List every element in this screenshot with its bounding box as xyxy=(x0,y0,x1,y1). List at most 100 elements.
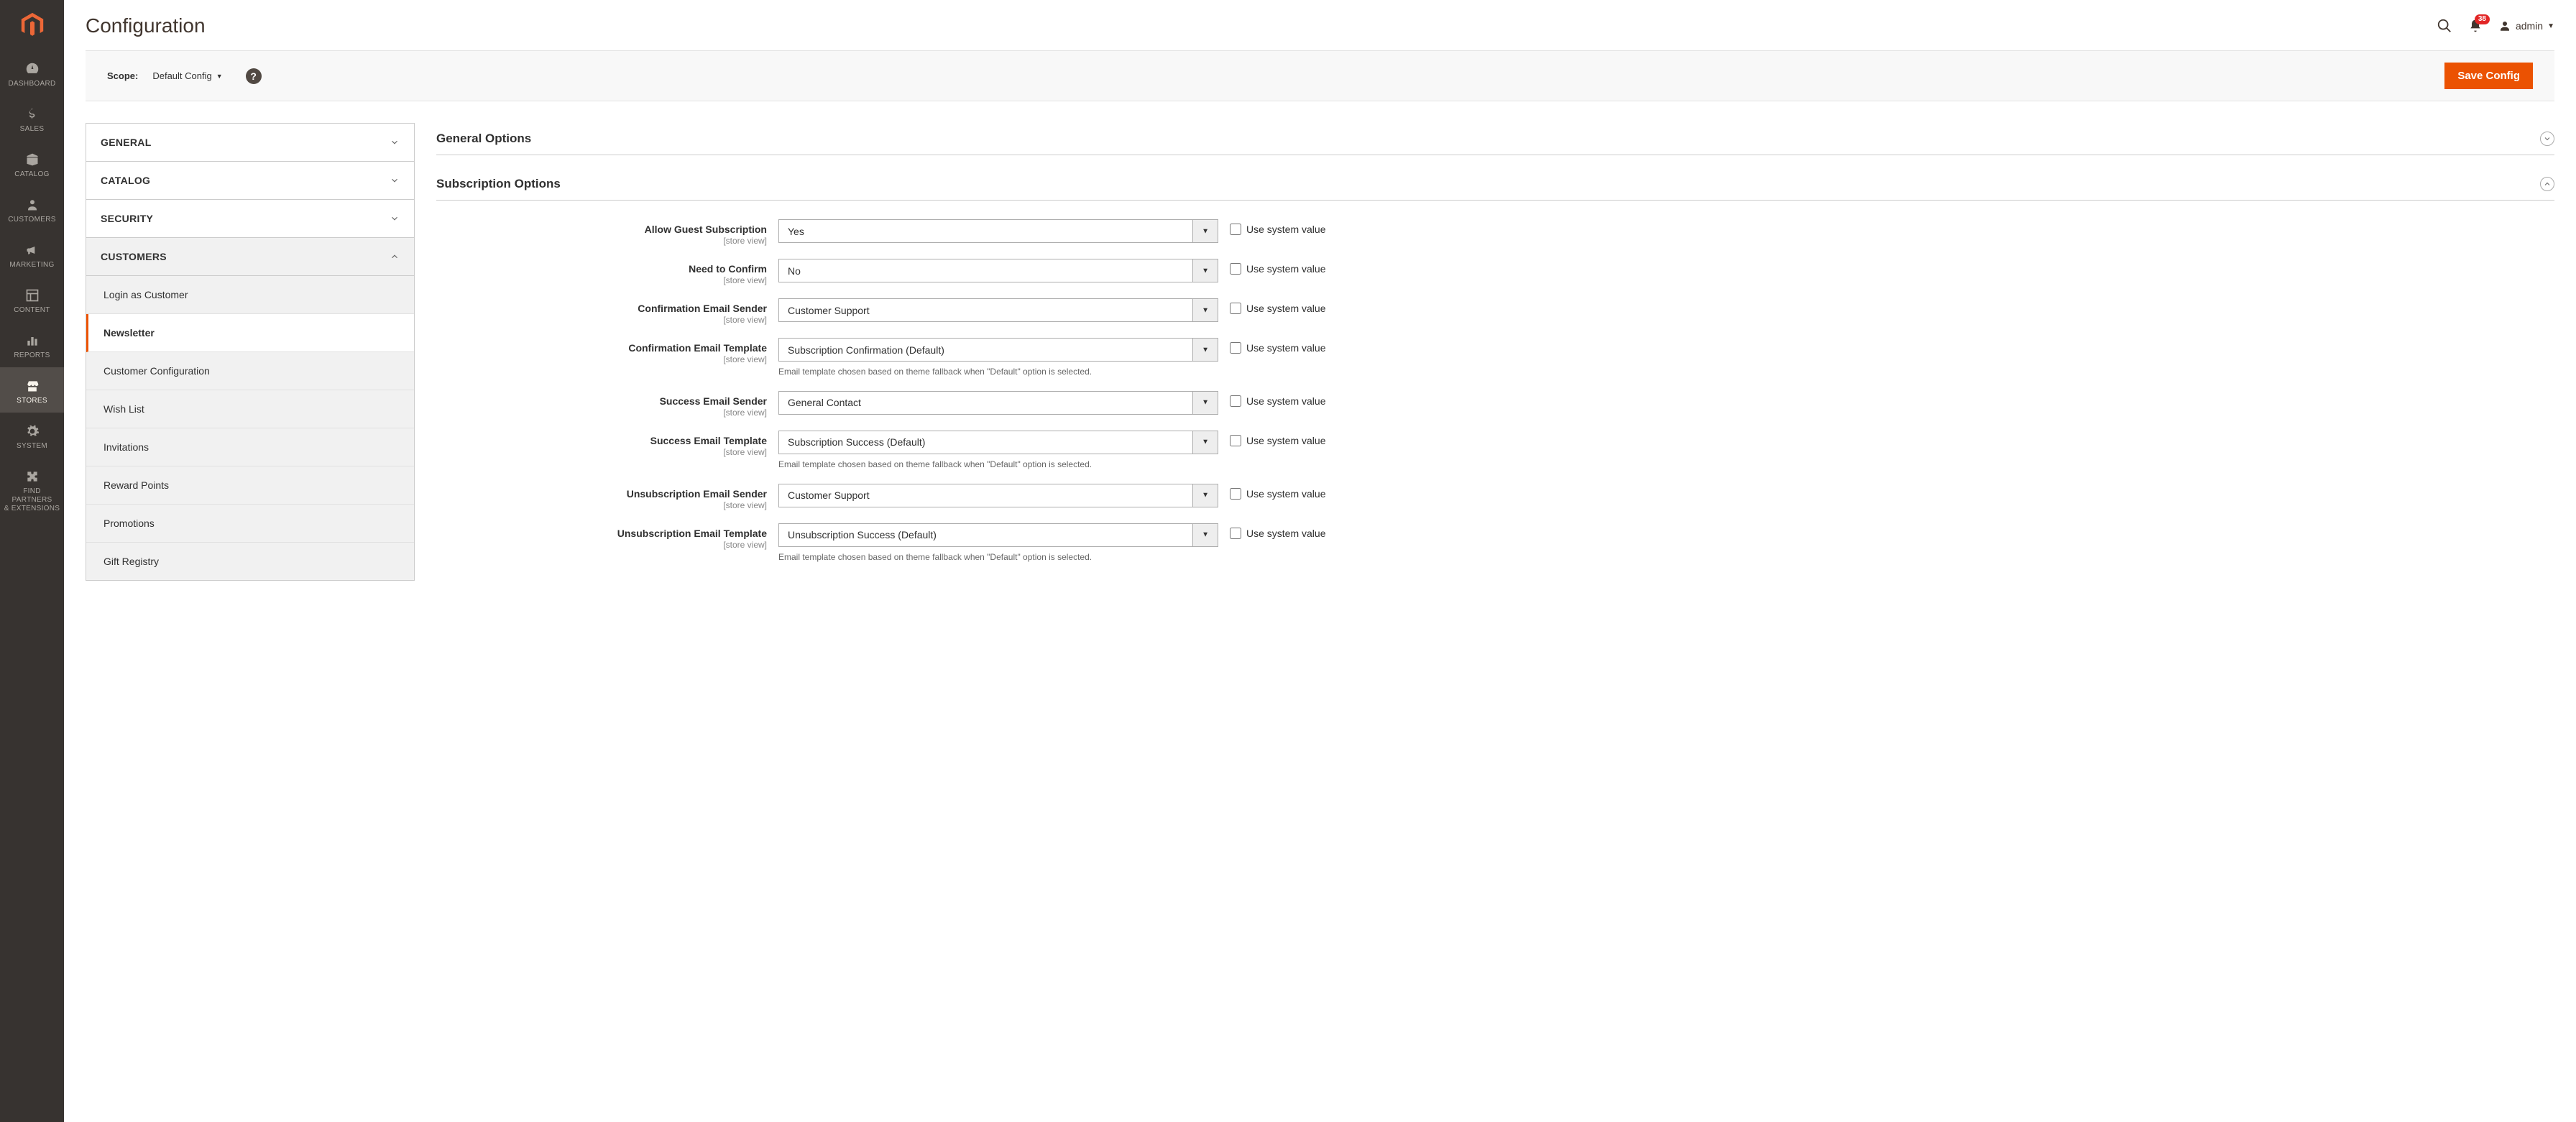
need-confirm-select[interactable]: No▼ xyxy=(778,259,1218,282)
success-template-use-system-checkbox[interactable] xyxy=(1230,435,1241,446)
scope-label: Scope: xyxy=(107,70,138,81)
save-config-button[interactable]: Save Config xyxy=(2444,63,2533,89)
field-unsub-sender: Unsubscription Email Sender [store view]… xyxy=(436,484,2554,510)
config-tab-customers[interactable]: Customers xyxy=(86,238,414,276)
use-system-label[interactable]: Use system value xyxy=(1246,528,1325,539)
subitem-wish-list[interactable]: Wish List xyxy=(86,390,414,428)
page-header: Configuration 38 admin ▼ xyxy=(64,0,2576,50)
gear-icon xyxy=(25,422,40,441)
success-template-select[interactable]: Subscription Success (Default)▼ xyxy=(778,431,1218,454)
chevron-down-icon: ▼ xyxy=(1202,438,1209,446)
unsub-sender-select[interactable]: Customer Support▼ xyxy=(778,484,1218,507)
field-need-confirm: Need to Confirm [store view] No▼ Use sys… xyxy=(436,259,2554,285)
allow-guest-use-system-checkbox[interactable] xyxy=(1230,224,1241,235)
puzzle-icon xyxy=(25,467,40,486)
page-title: Configuration xyxy=(86,14,206,37)
field-note: Email template chosen based on theme fal… xyxy=(778,459,1218,471)
chevron-down-icon xyxy=(390,175,400,185)
config-tab-catalog[interactable]: Catalog xyxy=(86,162,414,200)
chevron-down-icon: ▼ xyxy=(1202,531,1209,539)
chevron-down-icon: ▼ xyxy=(2547,22,2554,30)
magento-logo-icon xyxy=(19,12,46,39)
menu-sales[interactable]: Sales xyxy=(0,96,64,141)
need-confirm-use-system-checkbox[interactable] xyxy=(1230,263,1241,275)
config-content: General Options Subscription Options All… xyxy=(436,123,2554,576)
chevron-down-icon: ▼ xyxy=(1202,346,1209,354)
chart-icon xyxy=(25,331,40,350)
subitem-customer-configuration[interactable]: Customer Configuration xyxy=(86,352,414,390)
user-menu[interactable]: admin ▼ xyxy=(2498,19,2554,32)
menu-catalog[interactable]: Catalog xyxy=(0,141,64,186)
confirm-template-use-system-checkbox[interactable] xyxy=(1230,342,1241,354)
megaphone-icon xyxy=(25,241,40,259)
username: admin xyxy=(2516,20,2543,32)
field-unsub-template: Unsubscription Email Template [store vie… xyxy=(436,523,2554,564)
scope-switcher[interactable]: Default Config ▼ xyxy=(152,70,222,81)
logo-wrap[interactable] xyxy=(0,0,64,50)
chevron-down-icon: ▼ xyxy=(1202,227,1209,235)
success-sender-select[interactable]: General Contact▼ xyxy=(778,391,1218,415)
section-general-options[interactable]: General Options xyxy=(436,123,2554,155)
collapse-icon xyxy=(2540,177,2554,191)
subitem-reward-points[interactable]: Reward Points xyxy=(86,466,414,505)
unsub-sender-use-system-checkbox[interactable] xyxy=(1230,488,1241,500)
config-tab-general[interactable]: General xyxy=(86,124,414,162)
menu-reports[interactable]: Reports xyxy=(0,322,64,367)
admin-menu: Dashboard Sales Catalog Customers Market… xyxy=(0,0,64,1122)
config-tab-security[interactable]: Security xyxy=(86,200,414,238)
use-system-label[interactable]: Use system value xyxy=(1246,224,1325,235)
dollar-icon xyxy=(25,105,40,124)
layout-icon xyxy=(25,286,40,305)
use-system-label[interactable]: Use system value xyxy=(1246,342,1325,354)
confirm-template-select[interactable]: Subscription Confirmation (Default)▼ xyxy=(778,338,1218,362)
search-icon[interactable] xyxy=(2437,18,2452,34)
user-icon xyxy=(2498,19,2511,32)
menu-marketing[interactable]: Marketing xyxy=(0,231,64,277)
chevron-down-icon xyxy=(390,213,400,224)
section-subscription-options[interactable]: Subscription Options xyxy=(436,168,2554,201)
menu-system[interactable]: System xyxy=(0,413,64,458)
field-confirm-template: Confirmation Email Template [store view]… xyxy=(436,338,2554,378)
field-note: Email template chosen based on theme fal… xyxy=(778,366,1218,378)
subitem-gift-registry[interactable]: Gift Registry xyxy=(86,543,414,580)
subitem-invitations[interactable]: Invitations xyxy=(86,428,414,466)
subitem-newsletter[interactable]: Newsletter xyxy=(86,314,414,352)
menu-customers[interactable]: Customers xyxy=(0,186,64,231)
field-confirm-sender: Confirmation Email Sender [store view] C… xyxy=(436,298,2554,325)
allow-guest-select[interactable]: Yes▼ xyxy=(778,219,1218,243)
menu-partners[interactable]: Find Partners & Extensions xyxy=(0,458,64,520)
field-success-sender: Success Email Sender [store view] Genera… xyxy=(436,391,2554,418)
use-system-label[interactable]: Use system value xyxy=(1246,395,1325,407)
field-note: Email template chosen based on theme fal… xyxy=(778,551,1218,564)
subitem-login-as-customer[interactable]: Login as Customer xyxy=(86,276,414,314)
use-system-label[interactable]: Use system value xyxy=(1246,303,1325,314)
field-success-template: Success Email Template [store view] Subs… xyxy=(436,431,2554,471)
confirm-sender-select[interactable]: Customer Support▼ xyxy=(778,298,1218,322)
store-icon xyxy=(25,377,40,395)
chevron-up-icon xyxy=(390,252,400,262)
unsub-template-use-system-checkbox[interactable] xyxy=(1230,528,1241,539)
chevron-down-icon: ▼ xyxy=(216,73,223,80)
success-sender-use-system-checkbox[interactable] xyxy=(1230,395,1241,407)
menu-stores[interactable]: Stores xyxy=(0,367,64,413)
use-system-label[interactable]: Use system value xyxy=(1246,488,1325,500)
field-allow-guest: Allow Guest Subscription [store view] Ye… xyxy=(436,219,2554,246)
notifications-icon[interactable]: 38 xyxy=(2468,19,2483,33)
dashboard-icon xyxy=(24,60,40,78)
page-actions-bar: Scope: Default Config ▼ ? Save Config xyxy=(86,50,2554,101)
use-system-label[interactable]: Use system value xyxy=(1246,435,1325,446)
expand-icon xyxy=(2540,132,2554,146)
config-nav: General Catalog Security Customers Login… xyxy=(86,123,415,581)
help-icon[interactable]: ? xyxy=(246,68,262,84)
person-icon xyxy=(26,196,39,214)
menu-dashboard[interactable]: Dashboard xyxy=(0,50,64,96)
chevron-down-icon: ▼ xyxy=(1202,306,1209,314)
chevron-down-icon: ▼ xyxy=(1202,492,1209,500)
unsub-template-select[interactable]: Unsubscription Success (Default)▼ xyxy=(778,523,1218,547)
confirm-sender-use-system-checkbox[interactable] xyxy=(1230,303,1241,314)
subitem-promotions[interactable]: Promotions xyxy=(86,505,414,543)
use-system-label[interactable]: Use system value xyxy=(1246,263,1325,275)
box-icon xyxy=(25,150,40,169)
menu-content[interactable]: Content xyxy=(0,277,64,322)
chevron-down-icon: ▼ xyxy=(1202,267,1209,275)
